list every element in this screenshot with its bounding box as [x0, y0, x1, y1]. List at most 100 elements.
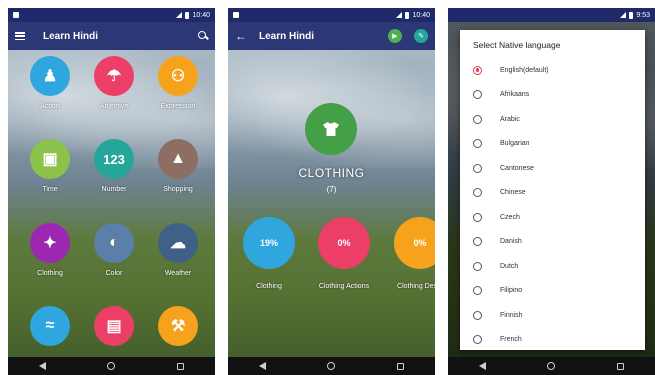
language-label: Filipino [500, 287, 523, 295]
phone-screen-language-dialog: 9:53 Select Native language English(defa… [448, 8, 655, 375]
app-bar: ← Learn Hindi ▶ ✎ [228, 22, 435, 50]
language-option[interactable]: English(default) [460, 58, 645, 83]
language-label: Finnish [500, 311, 523, 319]
radio-button[interactable] [473, 310, 482, 320]
nav-back-icon[interactable] [38, 362, 46, 370]
category-item[interactable]: ✦ Clothing [20, 223, 80, 277]
subcategory-label: Clothing Descr [397, 283, 435, 290]
language-label: Afrikaans [500, 91, 530, 99]
language-option[interactable]: Bulgarian [460, 132, 645, 157]
bag-icon: ▲ [158, 139, 198, 179]
subcategory-item[interactable]: 0% Clothing Descr [375, 217, 435, 290]
nav-home-icon[interactable] [327, 362, 336, 370]
language-label: Chinese [500, 189, 526, 197]
system-nav-bar [228, 357, 435, 375]
tool-icon: ⚒ [158, 306, 198, 346]
cloud-icon: ☁ [158, 223, 198, 263]
nav-recent-icon[interactable] [397, 362, 405, 370]
phone-screen-category-detail: 10:40 ← Learn Hindi ▶ ✎ CLOTHING (7) 19%… [228, 8, 435, 375]
radio-button[interactable] [473, 335, 482, 345]
category-label: Time [42, 186, 58, 193]
status-bar: 10:40 [8, 8, 215, 22]
category-count: (7) [326, 185, 337, 194]
language-label: English(default) [500, 66, 549, 74]
language-label: Cantonese [500, 164, 534, 172]
category-label: Number [101, 186, 127, 193]
battery-icon [629, 11, 634, 19]
signal-icon [396, 12, 403, 18]
calendar-icon: ▣ [30, 139, 70, 179]
progress-circle: 19% [243, 217, 295, 269]
nav-home-icon[interactable] [547, 362, 556, 370]
nav-back-icon[interactable] [478, 362, 486, 370]
radio-button[interactable] [473, 286, 482, 296]
progress-circle: 0% [318, 217, 370, 269]
status-time: 10:40 [412, 11, 430, 19]
dolphin-icon: ≈ [30, 306, 70, 346]
nav-recent-icon[interactable] [617, 362, 625, 370]
language-option[interactable]: Cantonese [460, 156, 645, 181]
phone-screen-categories: 10:40 Learn Hindi ♟ Action ☂ Adjective ⚇ Expr… [8, 8, 215, 375]
category-item[interactable]: ☂ Adjective [84, 56, 144, 110]
radio-button[interactable] [473, 139, 482, 149]
radio-button[interactable] [473, 114, 482, 124]
category-item[interactable]: ♟ Action [20, 56, 80, 110]
battery-icon [405, 11, 410, 19]
category-item[interactable]: ⚇ Expression [148, 56, 208, 110]
category-item[interactable]: ≈ [20, 306, 80, 346]
category-item[interactable]: ☁ Weather [148, 223, 208, 277]
progress-circle: 0% [394, 217, 435, 269]
radio-button[interactable] [473, 188, 482, 198]
category-label: Clothing [37, 270, 63, 277]
language-label: Danish [500, 238, 522, 246]
menu-icon[interactable] [15, 32, 25, 40]
language-option[interactable]: Dutch [460, 254, 645, 279]
language-option[interactable]: Filipino [460, 279, 645, 304]
category-item[interactable]: 123 Number [84, 139, 144, 193]
signal-icon [176, 12, 183, 18]
category-name: CLOTHING [298, 166, 365, 180]
language-option[interactable]: Arabic [460, 107, 645, 132]
language-option[interactable]: Afrikaans [460, 83, 645, 108]
category-label: Adjective [99, 103, 129, 110]
category-label: Shopping [163, 186, 193, 193]
category-item[interactable]: ◐ Color [84, 223, 144, 277]
category-label: Action [40, 103, 60, 110]
language-label: Czech [500, 213, 520, 221]
language-option[interactable]: Danish [460, 230, 645, 255]
radio-button[interactable] [473, 163, 482, 173]
category-item[interactable]: ▤ [84, 306, 144, 346]
category-hero-button[interactable] [305, 103, 357, 155]
radio-button[interactable] [473, 90, 482, 100]
play-icon[interactable]: ▶ [388, 29, 402, 43]
radio-button[interactable] [473, 261, 482, 271]
app-title: Learn Hindi [43, 30, 99, 42]
nav-home-icon[interactable] [107, 362, 116, 370]
status-bar: 10:40 [228, 8, 435, 22]
quiz-icon[interactable]: ✎ [414, 29, 428, 43]
nav-recent-icon[interactable] [177, 362, 185, 370]
radio-button[interactable] [473, 212, 482, 222]
umbrella-icon: ☂ [94, 56, 134, 96]
language-option[interactable]: Finnish [460, 303, 645, 328]
category-item[interactable]: ▲ Shopping [148, 139, 208, 193]
language-label: Dutch [500, 262, 519, 270]
category-item[interactable]: ▣ Time [20, 139, 80, 193]
language-label: Bulgarian [500, 140, 530, 148]
back-arrow-icon[interactable]: ← [235, 30, 247, 42]
battery-icon [185, 11, 190, 19]
search-icon[interactable] [198, 31, 208, 41]
language-label: French [500, 336, 522, 344]
category-item[interactable]: ⚒ [148, 306, 208, 346]
radio-button[interactable] [473, 237, 482, 247]
people-icon: ⚇ [158, 56, 198, 96]
language-option[interactable]: Czech [460, 205, 645, 230]
system-nav-bar [448, 357, 655, 375]
app-title: Learn Hindi [259, 30, 315, 42]
nav-back-icon[interactable] [258, 362, 266, 370]
language-option[interactable]: Chinese [460, 181, 645, 206]
language-label: Arabic [500, 115, 520, 123]
language-option[interactable]: French [460, 328, 645, 353]
system-nav-bar [8, 357, 215, 375]
radio-button[interactable] [473, 65, 482, 75]
